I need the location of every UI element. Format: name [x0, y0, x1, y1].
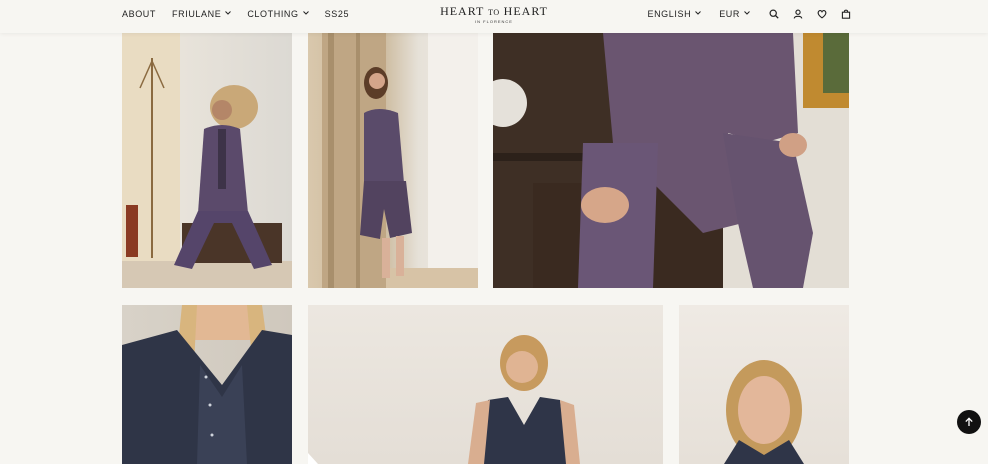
arrow-up-icon — [965, 417, 973, 426]
logo-word-3: HEART — [503, 4, 548, 18]
logo-word-2: TO — [488, 8, 500, 17]
account-icon[interactable] — [792, 8, 804, 20]
product-photo-smiling-vest[interactable] — [679, 305, 849, 464]
chevron-down-icon — [695, 10, 702, 17]
cart-bag-icon[interactable] — [840, 8, 852, 20]
product-photo-vest-shorts[interactable] — [308, 33, 478, 288]
logo-word-1: HEART — [440, 4, 485, 18]
currency-label: EUR — [719, 9, 740, 19]
site-header: ABOUT FRIULANE CLOTHING SS25 HEART TO HE… — [0, 0, 988, 33]
product-photo-closeup-trousers[interactable] — [493, 33, 849, 288]
search-icon[interactable] — [768, 8, 780, 20]
language-label: ENGLISH — [647, 9, 692, 19]
chevron-down-icon — [744, 10, 750, 17]
product-photo-seated-suit[interactable] — [122, 33, 292, 288]
back-to-top-button[interactable] — [957, 410, 981, 434]
language-selector[interactable]: ENGLISH — [647, 9, 702, 19]
wishlist-heart-icon[interactable] — [816, 8, 828, 20]
product-photo-navy-jacket[interactable] — [122, 305, 292, 464]
product-photo-navy-vest-leaning[interactable] — [308, 305, 663, 464]
utility-nav: ENGLISH EUR — [629, 0, 852, 28]
currency-selector[interactable]: EUR — [719, 9, 750, 19]
